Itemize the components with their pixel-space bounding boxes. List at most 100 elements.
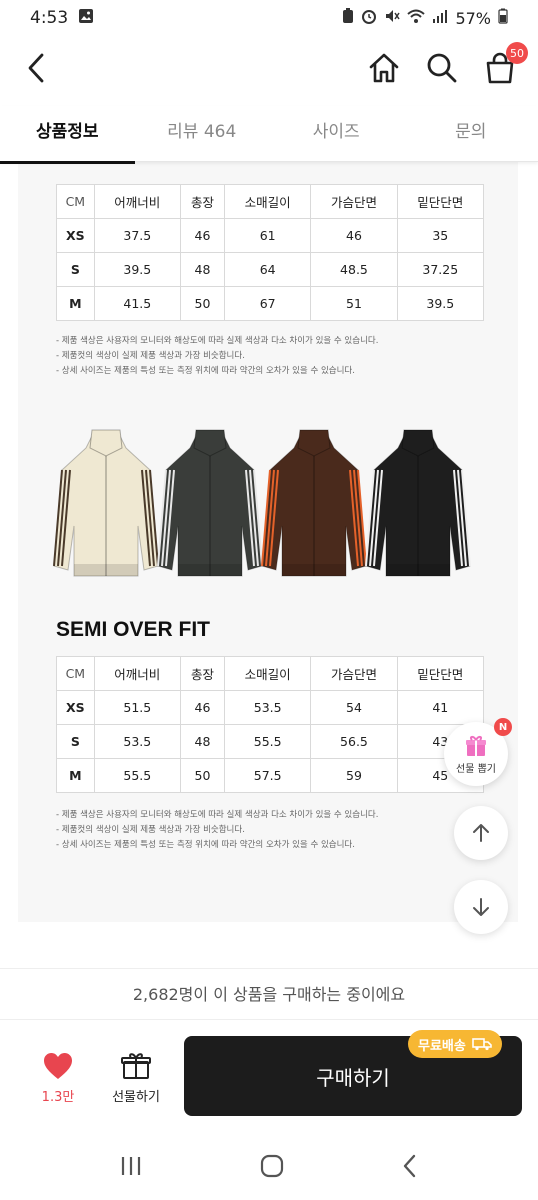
note-line: - 제품 색상은 사용자의 모니터와 해상도에 따라 실제 색상과 다소 차이가… xyxy=(56,810,379,820)
table-cell: 35 xyxy=(396,218,485,253)
recent-apps-icon xyxy=(121,1157,140,1175)
table-cell: 64 xyxy=(224,252,312,287)
table-cell: 50 xyxy=(179,286,226,321)
table-header: 총장 xyxy=(179,184,226,219)
jacket-color-lineup-image xyxy=(52,426,472,586)
table-row: M 41.5 50 67 51 39.5 xyxy=(56,286,485,321)
product-tabs: 상품정보 리뷰 464 사이즈 문의 xyxy=(0,106,538,164)
tab-size[interactable]: 사이즈 xyxy=(269,106,404,161)
truck-icon xyxy=(472,1038,492,1051)
table-cell: 41 xyxy=(396,690,485,725)
table-cell: 48 xyxy=(179,252,226,287)
table-cell: S xyxy=(56,724,95,759)
purchase-action-bar: 1.3만 선물하기 무료배송 구매하기 xyxy=(0,1020,538,1130)
table-cell: 48.5 xyxy=(310,252,398,287)
product-detail-content: CM 어깨너비 총장 소매길이 가슴단면 밑단단면 XS 37.5 46 61 … xyxy=(0,162,538,968)
home-system-button[interactable] xyxy=(260,1154,284,1182)
table-header: 가슴단면 xyxy=(310,184,398,219)
charcoal-jacket xyxy=(157,429,263,577)
scroll-down-button[interactable] xyxy=(454,880,508,934)
table-row: M 55.5 50 57.5 59 45 xyxy=(56,758,485,793)
cream-jacket xyxy=(53,429,159,577)
table-cell: 50 xyxy=(179,758,226,793)
table-cell: 46 xyxy=(179,218,226,253)
table-header: 소매길이 xyxy=(224,184,312,219)
gift-button[interactable]: 선물하기 xyxy=(104,1052,168,1105)
table-cell: 61 xyxy=(224,218,312,253)
back-button[interactable] xyxy=(18,50,54,86)
arrow-up-icon xyxy=(473,824,489,842)
size-notes-regular: - 제품 색상은 사용자의 모니터와 해상도에 따라 실제 색상과 다소 차이가… xyxy=(56,334,378,379)
table-cell: 55.5 xyxy=(93,758,181,793)
table-header-row: CM 어깨너비 총장 소매길이 가슴단면 밑단단면 xyxy=(56,184,485,219)
tab-product-info[interactable]: 상품정보 xyxy=(0,106,135,164)
table-header: 밑단단면 xyxy=(396,656,485,691)
table-cell: 67 xyxy=(224,286,312,321)
table-header: CM xyxy=(56,656,95,691)
table-cell: S xyxy=(56,252,95,287)
table-cell: 51.5 xyxy=(93,690,181,725)
black-jacket xyxy=(365,429,471,577)
back-arrow-icon xyxy=(404,1154,416,1178)
chevron-left-icon xyxy=(28,53,44,83)
battery-percent: 57% xyxy=(455,8,491,28)
table-cell: 53.5 xyxy=(93,724,181,759)
table-header: CM xyxy=(56,184,95,219)
table-row: S 39.5 48 64 48.5 37.25 xyxy=(56,252,485,287)
table-header: 어깨너비 xyxy=(93,184,181,219)
table-cell: 46 xyxy=(179,690,226,725)
status-bar: 4:53 57% xyxy=(0,0,538,36)
mute-icon xyxy=(384,8,401,28)
note-line: - 상세 사이즈는 제품의 특성 또는 측정 위치에 따라 약간의 오차가 있을… xyxy=(56,366,355,376)
like-count: 1.3만 xyxy=(41,1090,75,1105)
gift-label: 선물하기 xyxy=(112,1090,160,1105)
table-cell: M xyxy=(56,758,95,793)
table-cell: 37.5 xyxy=(93,218,181,253)
table-cell: 37.25 xyxy=(396,252,485,287)
gift-draw-button[interactable]: 선물 뽑기 N xyxy=(444,718,512,786)
note-line: - 제품컷의 색상이 실제 제품 색상과 가장 비슷합니다. xyxy=(56,825,245,835)
table-header-row: CM 어깨너비 총장 소매길이 가슴단면 밑단단면 xyxy=(56,656,485,691)
home-icon xyxy=(369,53,399,83)
table-cell: 39.5 xyxy=(396,286,485,321)
arrow-down-icon xyxy=(473,898,489,916)
size-table-semi-over-fit: CM 어깨너비 총장 소매길이 가슴단면 밑단단면 XS 51.5 46 53.… xyxy=(56,656,485,793)
gallery-notification-icon xyxy=(78,8,94,29)
table-cell: 51 xyxy=(310,286,398,321)
table-cell: XS xyxy=(56,690,95,725)
home-button[interactable] xyxy=(364,48,404,88)
tab-inquiry[interactable]: 문의 xyxy=(404,106,538,161)
table-cell: 53.5 xyxy=(224,690,312,725)
status-time: 4:53 xyxy=(30,8,69,28)
search-button[interactable] xyxy=(422,48,462,88)
table-row: XS 51.5 46 53.5 54 41 xyxy=(56,690,485,725)
table-header: 어깨너비 xyxy=(93,656,181,691)
size-guide-panel: CM 어깨너비 총장 소매길이 가슴단면 밑단단면 XS 37.5 46 61 … xyxy=(18,162,518,922)
table-row: S 53.5 48 55.5 56.5 43 xyxy=(56,724,485,759)
alarm-icon xyxy=(361,8,377,28)
recent-apps-button[interactable] xyxy=(119,1155,143,1181)
note-line: - 상세 사이즈는 제품의 특성 또는 측정 위치에 따라 약간의 오차가 있을… xyxy=(56,840,355,850)
free-shipping-label: 무료배송 xyxy=(418,1038,466,1054)
table-cell: 55.5 xyxy=(224,724,312,759)
new-badge: N xyxy=(494,718,512,736)
gift-box-icon xyxy=(121,1053,151,1079)
size-table-regular: CM 어깨너비 총장 소매길이 가슴단면 밑단단면 XS 37.5 46 61 … xyxy=(56,184,485,321)
search-icon xyxy=(427,53,457,83)
table-cell: 41.5 xyxy=(93,286,181,321)
table-header: 소매길이 xyxy=(224,656,312,691)
cart-button[interactable]: 50 xyxy=(480,42,528,88)
like-button[interactable]: 1.3만 xyxy=(30,1052,86,1105)
size-notes-semi-over-fit: - 제품 색상은 사용자의 모니터와 해상도에 따라 실제 색상과 다소 차이가… xyxy=(56,808,378,853)
table-header: 총장 xyxy=(179,656,226,691)
table-cell: XS xyxy=(56,218,95,253)
table-cell: 56.5 xyxy=(310,724,398,759)
tab-reviews[interactable]: 리뷰 464 xyxy=(135,106,270,161)
scroll-up-button[interactable] xyxy=(454,806,508,860)
wifi-icon xyxy=(407,8,426,28)
home-circle-icon xyxy=(260,1154,284,1178)
battery-icon xyxy=(498,8,508,28)
back-system-button[interactable] xyxy=(401,1154,419,1182)
table-cell: 39.5 xyxy=(93,252,181,287)
table-cell: 48 xyxy=(179,724,226,759)
